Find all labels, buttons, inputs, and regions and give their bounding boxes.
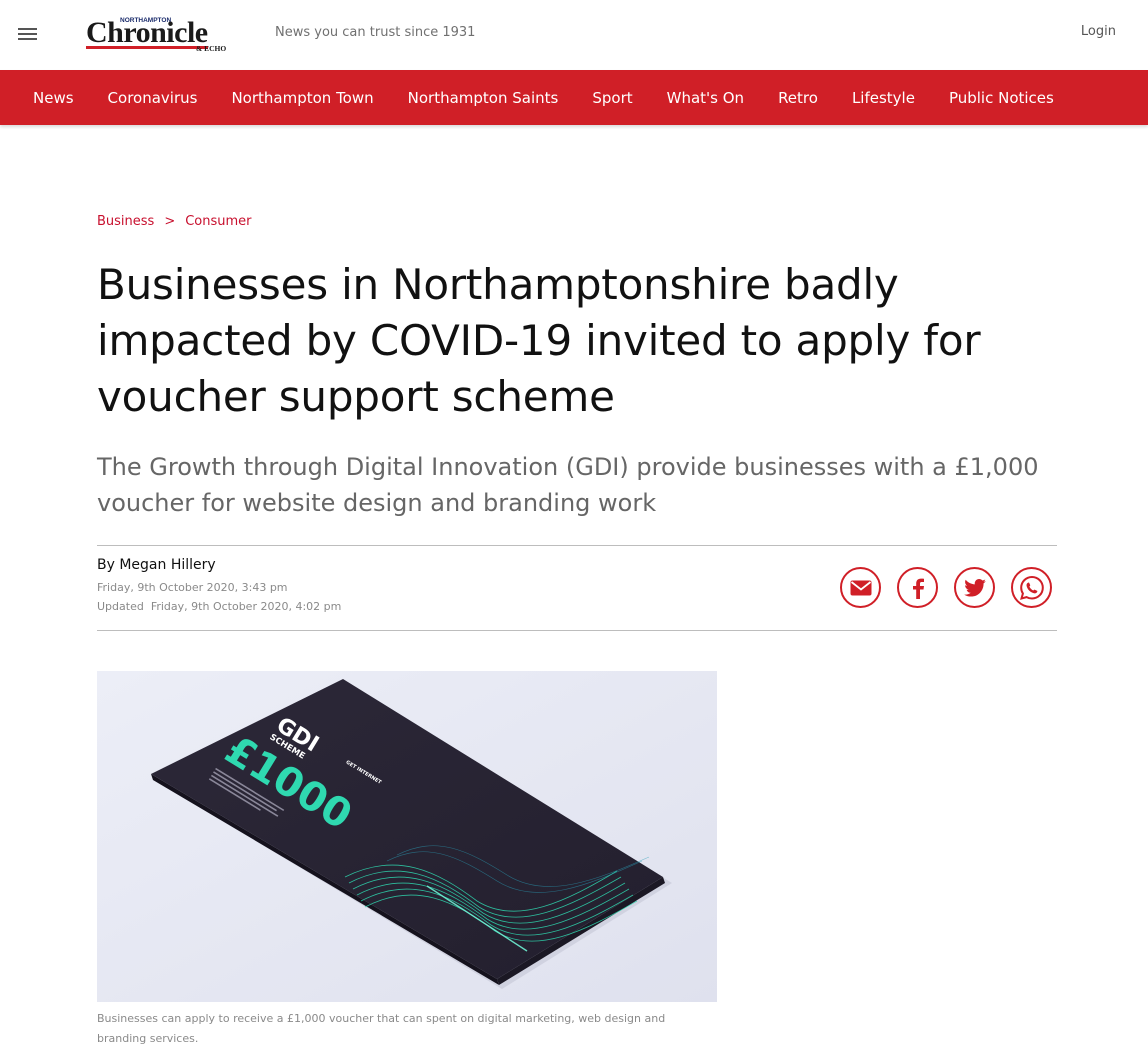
breadcrumb-consumer[interactable]: Consumer	[185, 214, 251, 229]
updated-value: Friday, 9th October 2020, 4:02 pm	[150, 600, 342, 613]
share-whatsapp-button[interactable]	[1011, 567, 1052, 608]
nav-item-news[interactable]: News	[16, 89, 91, 107]
hamburger-menu-icon[interactable]	[18, 25, 38, 41]
login-link[interactable]: Login	[1081, 24, 1116, 39]
email-icon	[850, 580, 871, 595]
logo-suffix: & ECHO	[196, 44, 226, 53]
byline-prefix: By	[97, 557, 115, 573]
twitter-icon	[963, 578, 986, 597]
updated-label: Updated	[97, 600, 144, 613]
nav-item-lifestyle[interactable]: Lifestyle	[835, 89, 932, 107]
voucher-illustration: GDI SCHEME £1000 GET INTERNET	[97, 671, 717, 1002]
article-standfirst: The Growth through Digital Innovation (G…	[97, 453, 1039, 517]
share-twitter-button[interactable]	[954, 567, 995, 608]
byline: By Megan Hillery	[97, 557, 216, 573]
whatsapp-icon	[1019, 575, 1044, 600]
nav-item-coronavirus[interactable]: Coronavirus	[91, 89, 215, 107]
site-header: NORTHAMPTON Chronicle & ECHO News you ca…	[0, 0, 1148, 70]
nav-item-retro[interactable]: Retro	[761, 89, 835, 107]
published-date: Friday, 9th October 2020, 3:43 pm	[97, 581, 288, 594]
facebook-icon	[912, 578, 924, 599]
nav-item-whats-on[interactable]: What's On	[650, 89, 761, 107]
logo-name: Chronicle	[86, 16, 208, 49]
share-facebook-button[interactable]	[897, 567, 938, 608]
image-caption: Businesses can apply to receive a £1,000…	[97, 1012, 666, 1045]
byline-divider-top	[97, 545, 1057, 546]
byline-divider-bottom	[97, 630, 1057, 631]
article-headline: Businesses in Northamptonshire badly imp…	[97, 260, 981, 421]
main-nav: News Coronavirus Northampton Town Northa…	[0, 70, 1148, 125]
site-logo[interactable]: NORTHAMPTON Chronicle & ECHO	[86, 14, 236, 54]
nav-item-northampton-town[interactable]: Northampton Town	[214, 89, 390, 107]
nav-item-northampton-saints[interactable]: Northampton Saints	[391, 89, 576, 107]
site-tagline: News you can trust since 1931	[275, 25, 476, 40]
nav-item-sport[interactable]: Sport	[575, 89, 649, 107]
share-buttons	[840, 567, 1052, 608]
breadcrumb-business[interactable]: Business	[97, 214, 154, 229]
breadcrumb-separator: >	[164, 214, 176, 229]
share-email-button[interactable]	[840, 567, 881, 608]
nav-item-public-notices[interactable]: Public Notices	[932, 89, 1071, 107]
author-name[interactable]: Megan Hillery	[119, 557, 215, 573]
updated-date: Updated Friday, 9th October 2020, 4:02 p…	[97, 600, 341, 613]
hero-image[interactable]: GDI SCHEME £1000 GET INTERNET	[97, 671, 717, 1002]
breadcrumb: Business > Consumer	[97, 214, 252, 229]
